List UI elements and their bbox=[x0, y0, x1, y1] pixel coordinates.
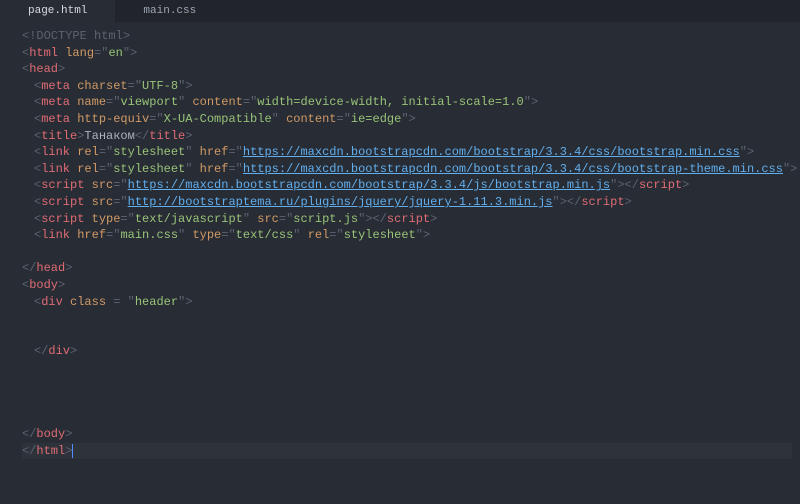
code-line bbox=[22, 327, 792, 344]
code-line: <head> bbox=[22, 61, 792, 78]
code-line: </head> bbox=[22, 260, 792, 277]
tab-bar: page.html main.css bbox=[0, 0, 800, 22]
code-line: <link rel="stylesheet" href="https://max… bbox=[22, 144, 792, 161]
code-line: <script type="text/javascript" src="scri… bbox=[22, 211, 792, 228]
code-line: <!DOCTYPE html> bbox=[22, 28, 792, 45]
tab-label: main.css bbox=[143, 5, 196, 17]
code-line: <meta http-equiv="X-UA-Compatible" conte… bbox=[22, 111, 792, 128]
code-line: <title>Танаком</title> bbox=[22, 128, 792, 145]
code-editor[interactable]: <!DOCTYPE html> <html lang="en"> <head> … bbox=[0, 22, 800, 465]
tab-main-css[interactable]: main.css bbox=[115, 0, 224, 22]
cursor-icon bbox=[72, 444, 73, 458]
tab-page-html[interactable]: page.html bbox=[0, 0, 115, 22]
code-line: <meta charset="UTF-8"> bbox=[22, 78, 792, 95]
code-line: </div> bbox=[22, 343, 792, 360]
code-line: <html lang="en"> bbox=[22, 45, 792, 62]
code-line: <body> bbox=[22, 277, 792, 294]
code-line: <link href="main.css" type="text/css" re… bbox=[22, 227, 792, 244]
code-line bbox=[22, 360, 792, 377]
code-line: <link rel="stylesheet" href="https://max… bbox=[22, 161, 792, 178]
code-line bbox=[22, 376, 792, 393]
code-line bbox=[22, 244, 792, 261]
code-line: </html> bbox=[22, 443, 792, 460]
code-line bbox=[22, 410, 792, 427]
code-line: <script src="https://maxcdn.bootstrapcdn… bbox=[22, 177, 792, 194]
code-line: <div class = "header"> bbox=[22, 294, 792, 311]
code-line: <meta name="viewport" content="width=dev… bbox=[22, 94, 792, 111]
code-line bbox=[22, 393, 792, 410]
code-line bbox=[22, 310, 792, 327]
code-line: </body> bbox=[22, 426, 792, 443]
code-line: <script src="http://bootstraptema.ru/plu… bbox=[22, 194, 792, 211]
tab-label: page.html bbox=[28, 5, 87, 17]
